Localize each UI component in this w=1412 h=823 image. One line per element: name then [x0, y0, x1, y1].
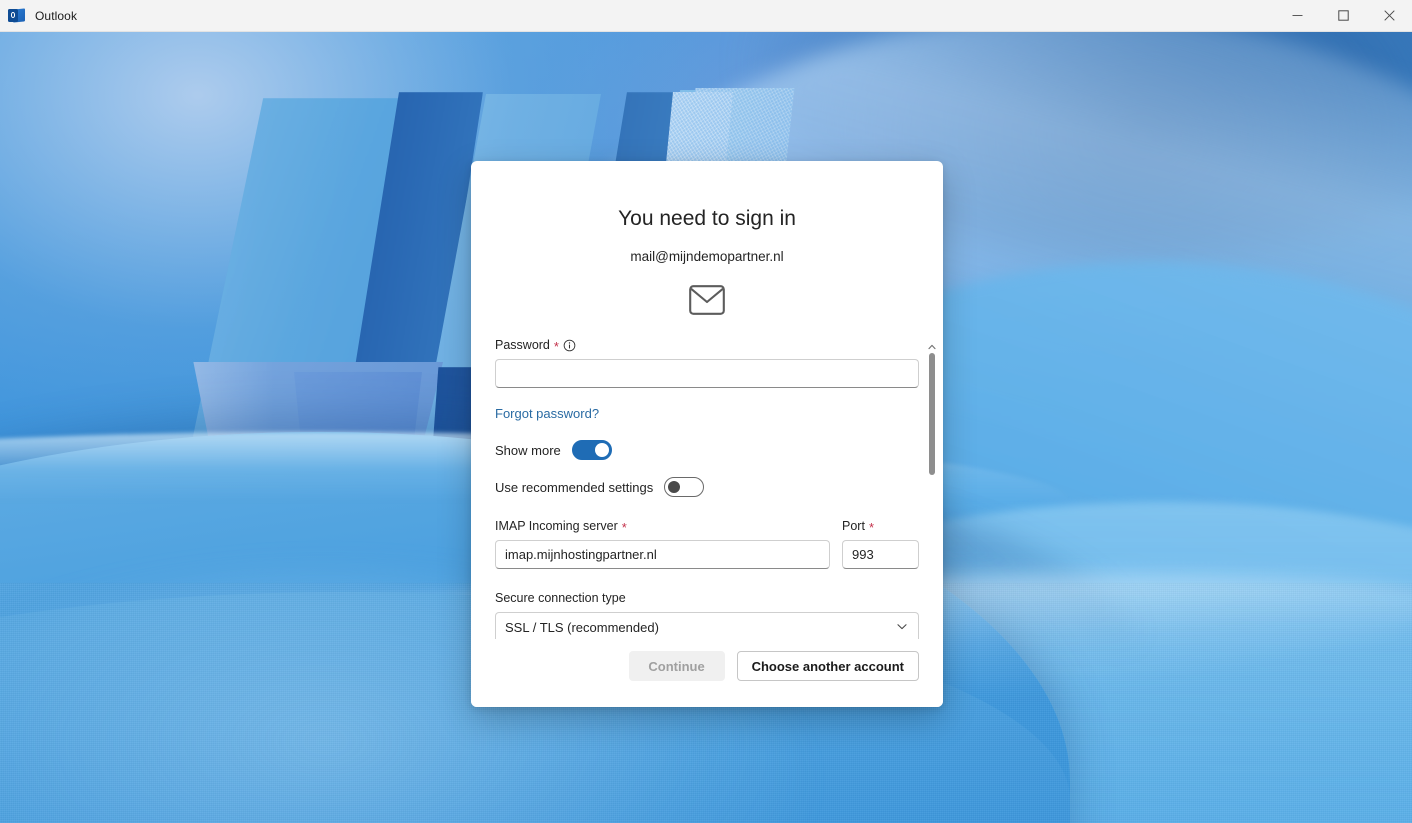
forgot-password-link[interactable]: Forgot password?: [495, 406, 599, 421]
titlebar-drag-area[interactable]: [77, 0, 1274, 32]
port-field: Port *: [842, 519, 919, 569]
imap-server-field: IMAP Incoming server *: [495, 519, 830, 569]
sign-in-dialog: You need to sign in mail@mijndemopartner…: [471, 161, 943, 707]
envelope-icon: [471, 285, 943, 315]
password-input[interactable]: [495, 359, 919, 388]
continue-button[interactable]: Continue: [628, 651, 725, 681]
form-fields: Password * Forgot password? Show more Us…: [471, 338, 943, 643]
port-required-marker: *: [868, 519, 874, 535]
scrollbar-thumb[interactable]: [929, 353, 935, 475]
show-more-toggle[interactable]: [571, 440, 612, 460]
dialog-header: You need to sign in mail@mijndemopartner…: [471, 161, 943, 315]
form-scrollbar[interactable]: [926, 341, 938, 707]
dialog-title: You need to sign in: [618, 207, 796, 230]
forgot-password-wrap: Forgot password?: [495, 388, 919, 423]
show-more-label: Show more: [495, 442, 561, 458]
caret-up-icon[interactable]: [926, 341, 938, 353]
close-icon[interactable]: [1366, 0, 1412, 32]
show-more-row: Show more: [495, 440, 919, 460]
title-bar: Outlook: [0, 0, 1412, 32]
secure-connection-field: Secure connection type SSL / TLS (recomm…: [495, 591, 919, 643]
port-label-row: Port *: [842, 519, 919, 535]
use-recommended-settings-toggle[interactable]: [664, 477, 705, 497]
dialog-footer: Continue Choose another account: [471, 639, 943, 707]
maximize-icon[interactable]: [1320, 0, 1366, 32]
choose-another-account-button[interactable]: Choose another account: [736, 651, 919, 681]
titlebar-app-group: Outlook: [0, 0, 77, 32]
use-recommended-settings-label: Use recommended settings: [495, 479, 654, 495]
use-recommended-settings-row: Use recommended settings: [495, 477, 919, 497]
secure-connection-value: SSL / TLS (recommended): [505, 620, 659, 635]
app-title: Outlook: [35, 8, 78, 23]
password-label: Password: [495, 338, 550, 352]
chevron-down-icon: [895, 619, 909, 636]
window-controls: [1274, 0, 1412, 32]
imap-server-input[interactable]: [495, 540, 830, 569]
port-label: Port: [842, 519, 865, 533]
account-email: mail@mijndemopartner.nl: [630, 249, 784, 264]
secure-connection-label-row: Secure connection type: [495, 591, 919, 605]
minimize-icon[interactable]: [1274, 0, 1320, 32]
port-input[interactable]: [842, 540, 919, 569]
outlook-icon: [8, 7, 25, 24]
imap-server-required-marker: *: [621, 519, 627, 535]
server-port-row: IMAP Incoming server * Port *: [495, 519, 919, 569]
password-required-marker: *: [553, 338, 559, 354]
password-label-row: Password *: [495, 338, 919, 354]
info-circle-icon[interactable]: [563, 339, 576, 352]
imap-server-label-row: IMAP Incoming server *: [495, 519, 830, 535]
imap-server-label: IMAP Incoming server: [495, 519, 618, 533]
secure-connection-label: Secure connection type: [495, 591, 626, 605]
